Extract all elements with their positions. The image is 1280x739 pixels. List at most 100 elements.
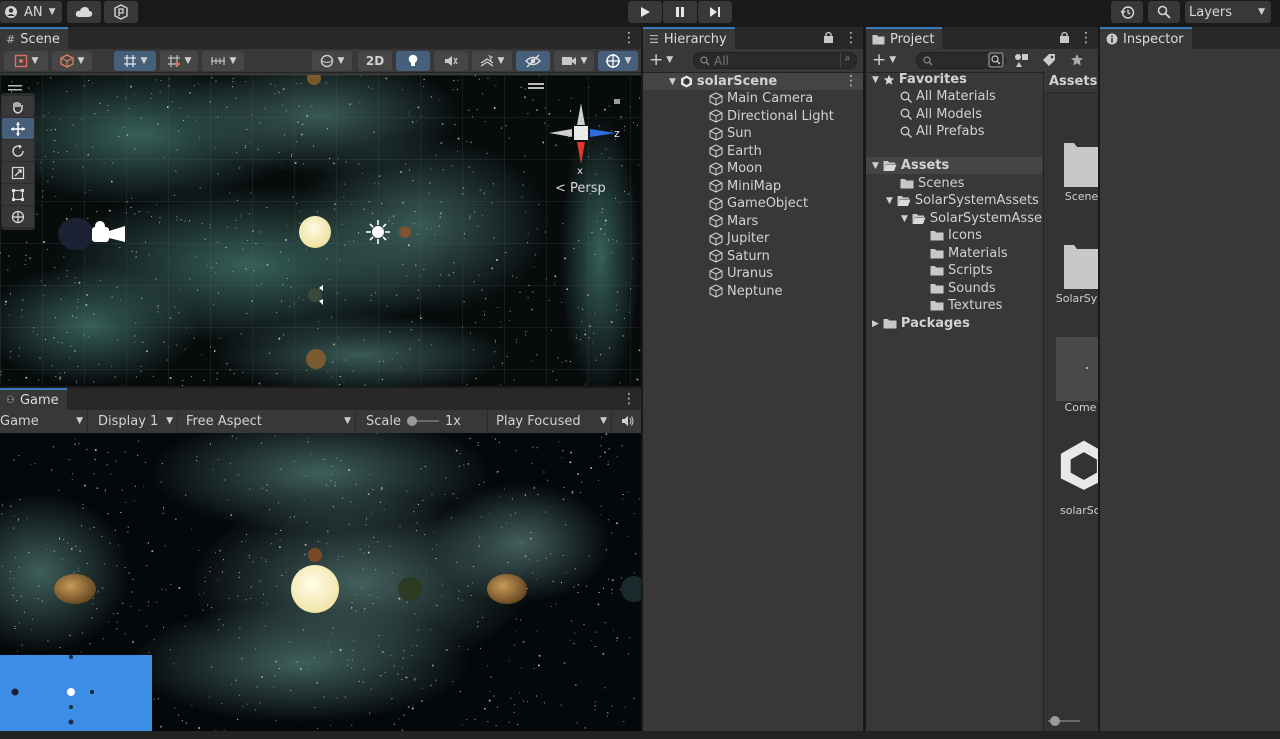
scale-slider[interactable] <box>406 416 439 426</box>
expand-arrow-icon[interactable]: ▼ <box>872 75 879 85</box>
scene-planet-dark[interactable] <box>58 218 94 250</box>
icon-size-slider[interactable] <box>1048 716 1080 726</box>
shading-dropdown[interactable]: ▼ <box>52 51 92 71</box>
folder-item[interactable]: Materials <box>930 245 1008 262</box>
hierarchy-item[interactable]: MiniMap <box>709 178 781 195</box>
scene-earth[interactable] <box>308 288 322 302</box>
asset-tile-solar-system[interactable]: SolarSy <box>1044 243 1098 305</box>
favorite-item[interactable]: All Models <box>900 106 982 123</box>
play-mode-dropdown[interactable]: Play Focused ▼ <box>490 410 612 432</box>
game-viewport[interactable] <box>0 433 641 731</box>
account-dropdown[interactable]: AN ▼ <box>0 1 62 23</box>
hierarchy-item[interactable]: Earth <box>709 143 762 160</box>
display-dropdown[interactable]: Display 1 ▼ <box>90 410 178 432</box>
grid-snap-dropdown[interactable]: ▼ <box>160 51 198 71</box>
render-mode-dropdown[interactable]: ▼ <box>312 51 352 71</box>
expand-arrow-icon[interactable]: ▼ <box>901 214 908 224</box>
scene-sun[interactable] <box>299 216 331 248</box>
asset-tile-scenes[interactable]: Scene <box>1044 141 1098 203</box>
gizmo-persp-label[interactable]: < Persp <box>555 181 606 196</box>
tab-project[interactable]: Project <box>866 27 943 49</box>
hierarchy-item[interactable]: Uranus <box>709 265 773 282</box>
project-more-menu[interactable]: ⋮ <box>1079 29 1093 47</box>
scene-visibility-toggle[interactable] <box>516 51 550 71</box>
hierarchy-item[interactable]: Sun <box>709 125 752 142</box>
aspect-dropdown[interactable]: Free Aspect ▼ <box>180 410 356 432</box>
asset-grid-breadcrumb[interactable]: Assets <box>1044 71 1098 93</box>
global-local-toggle[interactable]: ▼ <box>114 51 156 71</box>
favorite-item[interactable]: All Prefabs <box>900 123 985 140</box>
scale-tool[interactable] <box>2 162 34 183</box>
scene-planet-small[interactable] <box>399 226 411 238</box>
pause-button[interactable] <box>663 1 697 23</box>
transform-tool[interactable] <box>2 206 34 227</box>
layers-dropdown[interactable]: Layers ▼ <box>1185 1 1271 23</box>
hand-tool[interactable] <box>2 96 34 117</box>
favorites-star-icon[interactable] <box>1070 53 1084 71</box>
favorites-header[interactable]: ▼ Favorites <box>872 71 967 88</box>
rotate-tool[interactable] <box>2 140 34 161</box>
lock-icon[interactable] <box>1059 31 1070 47</box>
assets-folder-row[interactable]: ▼ Assets <box>866 157 1042 174</box>
hierarchy-more-menu[interactable]: ⋮ <box>844 29 858 47</box>
gizmos-dropdown[interactable]: ▼ <box>598 51 638 71</box>
game-more-menu[interactable]: ⋮ <box>622 390 636 408</box>
packages-folder-row[interactable]: ▶ Packages <box>872 315 970 332</box>
effects-dropdown[interactable]: ▼ <box>472 51 512 71</box>
tab-inspector[interactable]: Inspector <box>1100 27 1192 49</box>
expand-arrow-icon[interactable]: ▶ <box>872 319 879 329</box>
2d-toggle[interactable]: 2D <box>358 51 392 71</box>
expand-arrow-icon[interactable]: ▼ <box>872 161 879 171</box>
folder-solar-system-assets-inner[interactable]: ▼ SolarSystemAsse <box>901 210 1042 227</box>
hierarchy-search-input[interactable]: All ⌕ <box>693 52 857 69</box>
asset-tile-comet[interactable]: Come <box>1044 337 1098 414</box>
play-button[interactable] <box>628 1 662 23</box>
undo-history-button[interactable] <box>1111 1 1143 23</box>
filter-by-type-icon[interactable] <box>1014 53 1029 72</box>
expand-arrow-icon[interactable]: ▼ <box>886 196 893 206</box>
asset-tile-solar-scene[interactable]: solarSc <box>1044 439 1098 517</box>
collaborate-button[interactable] <box>104 1 138 23</box>
tab-scene[interactable]: # Scene <box>0 27 68 49</box>
camera-settings-dropdown[interactable]: ▼ <box>554 51 594 71</box>
filter-by-label-icon[interactable] <box>1042 53 1056 71</box>
create-dropdown[interactable]: + ▼ <box>649 51 673 69</box>
increment-snap-dropdown[interactable]: ▼ <box>202 51 244 71</box>
search-by-type-icon[interactable] <box>988 52 1004 72</box>
hierarchy-item[interactable]: Jupiter <box>709 230 769 247</box>
global-search-button[interactable] <box>1148 1 1180 23</box>
move-tool[interactable] <box>2 118 34 139</box>
folder-item[interactable]: Icons <box>930 227 982 244</box>
mute-audio-button[interactable] <box>614 410 641 432</box>
tab-game[interactable]: ⚇ Game <box>0 388 67 410</box>
folder-item[interactable]: Sounds <box>930 280 996 297</box>
folder-item[interactable]: Textures <box>930 297 1002 314</box>
audio-toggle[interactable] <box>434 51 468 71</box>
step-button[interactable] <box>698 1 732 23</box>
scene-more-menu[interactable]: ⋮ <box>622 29 636 47</box>
cloud-button[interactable] <box>67 1 101 23</box>
scene-root-row[interactable]: ▼ solarScene ⋮ <box>643 73 863 90</box>
hierarchy-item[interactable]: Saturn <box>709 248 770 265</box>
favorite-item[interactable]: All Materials <box>900 88 996 105</box>
project-create-dropdown[interactable]: + ▼ <box>872 51 896 69</box>
hierarchy-item[interactable]: Main Camera <box>709 90 813 107</box>
scene-viewport[interactable]: z x < Persp <box>0 75 641 386</box>
folder-item[interactable]: Scripts <box>930 262 992 279</box>
search-filter-icon[interactable]: ⌕ <box>840 53 854 68</box>
hierarchy-item[interactable]: Moon <box>709 160 762 177</box>
hierarchy-item[interactable]: GameObject <box>709 195 808 212</box>
lock-icon[interactable] <box>823 31 834 47</box>
hierarchy-item[interactable]: Directional Light <box>709 108 834 125</box>
scene-row-menu[interactable]: ⋮ <box>844 72 858 90</box>
folder-scenes[interactable]: Scenes <box>900 175 964 192</box>
scale-slider-thumb[interactable] <box>406 416 417 426</box>
lighting-toggle[interactable] <box>396 51 430 71</box>
folder-solar-system-assets[interactable]: ▼ SolarSystemAssets <box>886 192 1039 209</box>
tab-hierarchy[interactable]: ☰ Hierarchy <box>643 27 735 49</box>
expand-arrow-icon[interactable]: ▼ <box>669 77 676 87</box>
game-view-dropdown[interactable]: Game ▼ <box>0 410 88 432</box>
hierarchy-item[interactable]: Neptune <box>709 283 783 300</box>
scene-planet-bottom[interactable] <box>306 349 326 369</box>
draw-mode-dropdown[interactable]: ▼ <box>4 51 48 71</box>
